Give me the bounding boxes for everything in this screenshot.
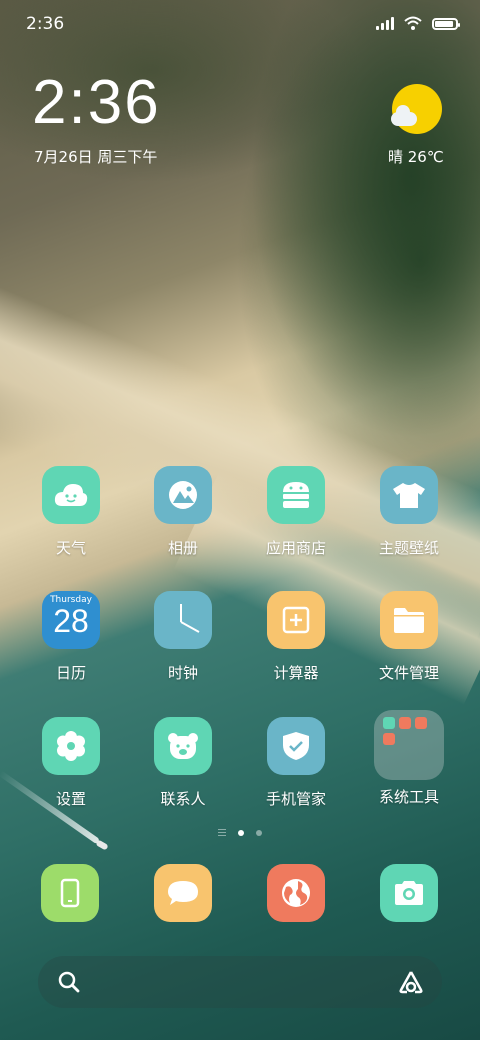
weather-cloud-icon <box>42 466 100 524</box>
app-settings[interactable]: 设置 <box>21 717 121 809</box>
app-label: 应用商店 <box>265 539 326 557</box>
calendar-icon: Thursday 28 <box>42 591 100 649</box>
app-calculator[interactable]: 计算器 <box>246 591 346 683</box>
themes-tshirt-icon <box>380 466 438 524</box>
wallpaper-boat <box>95 839 109 851</box>
wallpaper-forest <box>250 0 480 440</box>
weather-text: 晴 26℃ <box>388 148 444 166</box>
app-security[interactable]: 手机管家 <box>246 717 346 809</box>
app-folder-system-tools[interactable]: 系统工具 <box>359 710 459 807</box>
app-contacts[interactable]: 联系人 <box>133 717 233 809</box>
calendar-date: 28 <box>53 603 89 639</box>
app-label: 文件管理 <box>378 664 439 682</box>
app-label: 日历 <box>55 664 86 682</box>
assistant-icon[interactable] <box>398 969 424 995</box>
app-label: 设置 <box>55 790 86 808</box>
app-gallery[interactable]: 相册 <box>133 466 233 558</box>
wifi-icon <box>404 16 422 30</box>
phone-icon <box>60 878 80 908</box>
page-dot-active <box>238 829 244 836</box>
clock-widget-date[interactable]: 7月26日 周三下午 <box>34 146 157 167</box>
camera-icon <box>395 881 423 905</box>
app-label: 时钟 <box>167 664 198 682</box>
dock-phone[interactable] <box>41 864 99 922</box>
contacts-bear-icon <box>154 717 212 775</box>
browser-globe-icon <box>282 879 310 907</box>
app-label: 手机管家 <box>265 790 326 808</box>
app-label: 联系人 <box>160 790 206 808</box>
app-label: 相册 <box>167 539 198 557</box>
app-clock[interactable]: 时钟 <box>133 591 233 683</box>
app-calendar[interactable]: Thursday 28 日历 <box>21 591 121 683</box>
search-bar[interactable] <box>38 956 442 1008</box>
page-indicator[interactable] <box>0 829 480 836</box>
dock-camera[interactable] <box>380 864 438 922</box>
search-icon[interactable] <box>58 971 80 993</box>
gallery-icon <box>154 466 212 524</box>
signal-icon <box>376 16 394 30</box>
app-folder-icon <box>374 710 444 780</box>
app-label: 计算器 <box>273 664 319 682</box>
folder-icon <box>380 591 438 649</box>
app-store[interactable]: 应用商店 <box>246 466 346 558</box>
app-label: 天气 <box>55 539 86 557</box>
security-shield-icon <box>267 717 325 775</box>
app-weather[interactable]: 天气 <box>21 466 121 558</box>
menu-lines-icon <box>218 829 226 836</box>
cloud-icon <box>391 105 417 126</box>
status-icons <box>376 16 460 30</box>
dock-browser[interactable] <box>267 864 325 922</box>
settings-gear-icon <box>42 717 100 775</box>
status-time: 2:36 <box>26 14 65 34</box>
messages-icon <box>168 881 198 905</box>
dock-messages[interactable] <box>154 864 212 922</box>
app-label: 主题壁纸 <box>378 539 439 557</box>
calculator-icon <box>267 591 325 649</box>
battery-icon <box>432 18 460 30</box>
clock-icon <box>154 591 212 649</box>
app-label: 系统工具 <box>378 788 439 806</box>
clock-widget-time[interactable]: 2:36 <box>32 72 161 134</box>
app-file-manager[interactable]: 文件管理 <box>359 591 459 683</box>
app-themes[interactable]: 主题壁纸 <box>359 466 459 558</box>
app-store-icon <box>267 466 325 524</box>
page-dot <box>256 829 262 836</box>
